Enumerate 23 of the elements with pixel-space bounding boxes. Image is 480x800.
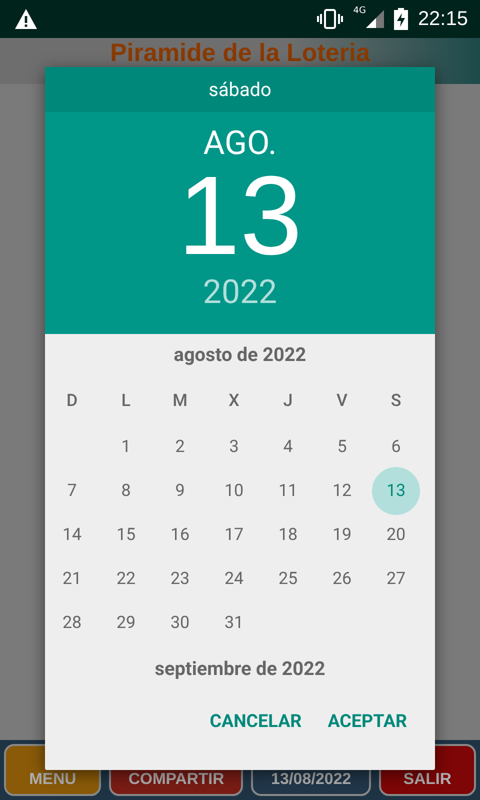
weekday-header: sábado <box>45 67 435 112</box>
weekday-label: D <box>66 391 78 411</box>
accept-button[interactable]: ACEPTAR <box>320 703 415 740</box>
selected-month[interactable]: AGO. <box>203 126 277 162</box>
weekday-label: V <box>336 391 348 411</box>
vibrate-icon <box>317 9 344 29</box>
weekday-label: X <box>228 391 240 411</box>
month-title: septiembre de 2022 <box>154 657 326 680</box>
calendar-day[interactable]: 13 <box>372 467 420 515</box>
battery-charging-icon <box>394 8 408 30</box>
app-title: Piramide de la Loteria <box>110 41 370 66</box>
cancel-button[interactable]: CANCELAR <box>202 703 310 740</box>
clock-time: 22:15 <box>418 8 468 30</box>
selected-day[interactable]: 13 <box>178 160 302 272</box>
month-title: agosto de 2022 <box>172 343 308 368</box>
selected-year[interactable]: 2022 <box>202 276 278 310</box>
weekday-label: J <box>283 391 293 411</box>
signal-icon <box>366 10 384 28</box>
weekday-label: S <box>390 391 402 411</box>
weekday-label: M <box>172 391 188 411</box>
network-type: 4G <box>353 6 366 16</box>
weekday-label: L <box>121 391 131 411</box>
warning-icon <box>14 8 38 30</box>
